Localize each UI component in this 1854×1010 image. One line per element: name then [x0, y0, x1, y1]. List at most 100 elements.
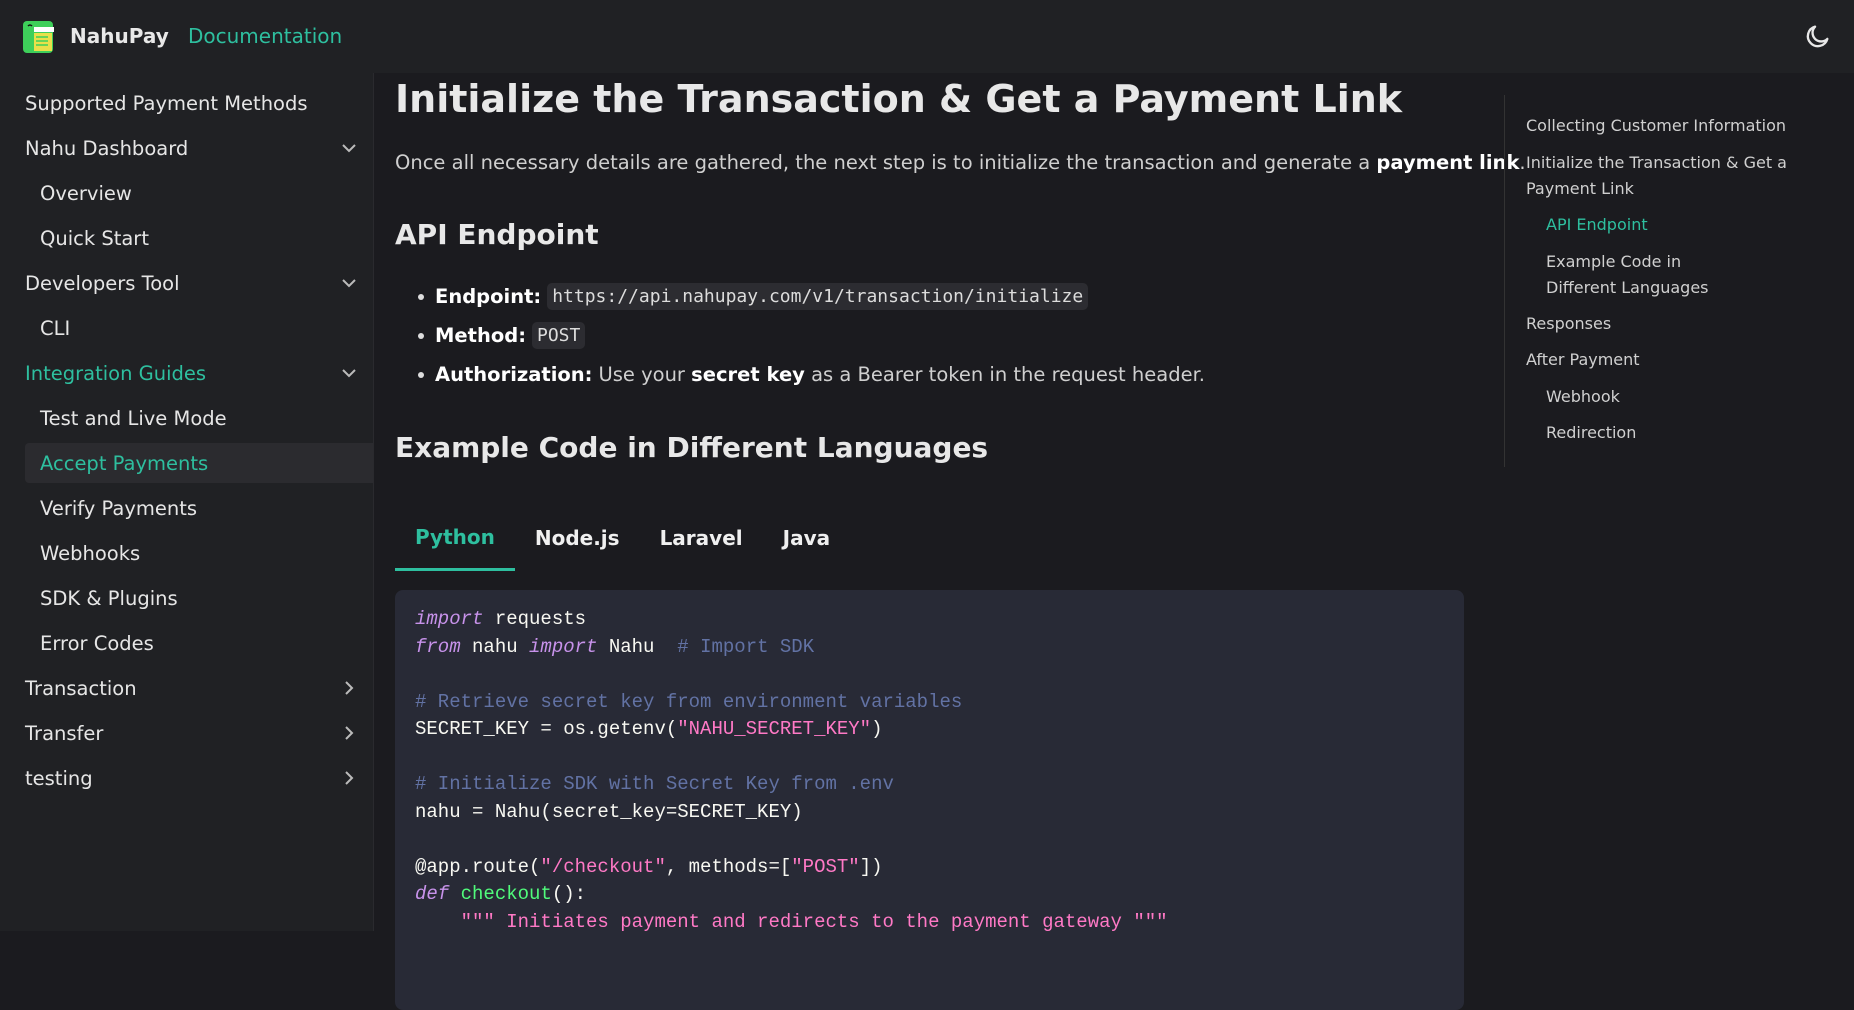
authorization-bullet: Authorization: Use your secret key as a B… [435, 363, 1205, 386]
sidebar-item-label: Error Codes [40, 631, 154, 655]
toc-item-active[interactable]: API Endpoint [1546, 212, 1756, 238]
sidebar-item-supported-payment-methods[interactable]: Supported Payment Methods [25, 83, 373, 123]
sidebar: Supported Payment Methods Nahu Dashboard… [0, 73, 374, 931]
method-label: Method: [435, 324, 526, 347]
code-text: @app.route( [415, 855, 541, 878]
sidebar-item-verify-payments[interactable]: Verify Payments [25, 488, 373, 528]
sidebar-item-label: Integration Guides [25, 361, 207, 385]
sidebar-item-transfer[interactable]: Transfer [25, 713, 373, 753]
sidebar-item-label: Nahu Dashboard [25, 136, 189, 160]
endpoint-value: https://api.nahupay.com/v1/transaction/i… [547, 283, 1089, 310]
sidebar-item-label: CLI [40, 316, 71, 340]
nahupay-logo[interactable] [20, 19, 60, 55]
top-header: NahuPay Documentation [0, 0, 1854, 73]
api-endpoint-heading: API Endpoint [395, 218, 599, 251]
code-text: nahu [460, 635, 530, 658]
toc-item[interactable]: Collecting Customer Information [1526, 113, 1836, 139]
sidebar-item-sdk-plugins[interactable]: SDK & Plugins [25, 578, 373, 618]
code-line: SECRET_KEY = os.getenv("NAHU_SECRET_KEY"… [415, 716, 1444, 744]
brand-name[interactable]: NahuPay [70, 24, 169, 48]
code-line: def checkout(): [415, 881, 1444, 909]
code-text: (): [551, 883, 587, 905]
code-line: from nahu import Nahu # Import SDK [415, 634, 1444, 662]
intro-bold: payment link [1376, 151, 1520, 174]
tab-nodejs[interactable]: Node.js [515, 505, 640, 571]
sidebar-item-accept-payments[interactable]: Accept Payments [25, 443, 373, 483]
code-docstring: """ Initiates payment and redirects to t… [415, 910, 1168, 933]
auth-label: Authorization: [435, 363, 593, 386]
code-comment: # Retrieve secret key from environment v… [415, 690, 963, 713]
table-of-contents: Collecting Customer Information Initiali… [1504, 95, 1787, 467]
sidebar-item-developers-tool[interactable]: Developers Tool [25, 263, 373, 303]
code-keyword: import [415, 608, 484, 630]
code-string: "POST" [791, 855, 860, 878]
sidebar-item-cli[interactable]: CLI [25, 308, 373, 348]
chevron-right-icon[interactable] [339, 768, 359, 788]
sidebar-item-webhooks[interactable]: Webhooks [25, 533, 373, 573]
code-line: nahu = Nahu(secret_key=SECRET_KEY) [415, 800, 803, 823]
intro-body: Once all necessary details are gathered,… [395, 151, 1377, 174]
chevron-down-icon[interactable] [339, 273, 359, 293]
sidebar-item-label: Overview [40, 181, 132, 205]
code-comment: # Initialize SDK with Secret Key from .e… [415, 773, 894, 795]
code-keyword: from [415, 635, 461, 658]
toc-item[interactable]: Responses [1526, 311, 1836, 337]
code-function: checkout [460, 883, 552, 905]
tab-java[interactable]: Java [763, 505, 850, 571]
sidebar-item-label: Accept Payments [40, 451, 209, 475]
intro-end: . [1519, 151, 1526, 174]
auth-bold: secret key [691, 363, 805, 386]
code-line: import requests [415, 606, 1444, 634]
tab-python[interactable]: Python [395, 505, 515, 571]
chevron-down-icon[interactable] [339, 363, 359, 383]
code-keyword: def [415, 883, 450, 905]
sidebar-item-test-and-live-mode[interactable]: Test and Live Mode [25, 398, 373, 438]
sidebar-item-label: Verify Payments [40, 496, 198, 520]
code-block[interactable]: import requests from nahu import Nahu # … [395, 590, 1464, 1010]
sidebar-item-transaction[interactable]: Transaction [25, 668, 373, 708]
sidebar-item-label: Transaction [25, 676, 137, 700]
toc-item[interactable]: Initialize the Transaction & Get a Payme… [1526, 150, 1836, 202]
auth-post: as a Bearer token in the request header. [804, 363, 1206, 386]
toc-item[interactable]: After Payment [1526, 347, 1836, 373]
chevron-down-icon[interactable] [339, 138, 359, 158]
code-keyword: import [529, 635, 598, 658]
sidebar-item-error-codes[interactable]: Error Codes [25, 623, 373, 663]
sidebar-item-label: testing [25, 766, 93, 790]
method-bullet: Method: POST [435, 322, 586, 349]
chevron-right-icon[interactable] [339, 723, 359, 743]
sidebar-item-label: Supported Payment Methods [25, 91, 308, 115]
sidebar-item-overview[interactable]: Overview [25, 173, 373, 213]
intro-text: Once all necessary details are gathered,… [395, 151, 1526, 174]
sidebar-item-label: Quick Start [40, 226, 149, 250]
code-comment: # Import SDK [677, 635, 815, 658]
toc-item[interactable]: Example Code in Different Languages [1546, 249, 1756, 301]
code-text: ) [871, 718, 883, 740]
sidebar-item-integration-guides[interactable]: Integration Guides [25, 353, 373, 393]
chevron-right-icon[interactable] [339, 678, 359, 698]
sidebar-item-label: Test and Live Mode [40, 406, 227, 430]
documentation-link[interactable]: Documentation [188, 24, 342, 48]
endpoint-bullet: Endpoint: https://api.nahupay.com/v1/tran… [435, 283, 1089, 310]
code-text: SECRET_KEY = os.getenv( [415, 718, 678, 740]
examples-heading: Example Code in Different Languages [395, 431, 989, 464]
toc-item[interactable]: Redirection [1546, 420, 1756, 446]
moon-icon[interactable] [1804, 22, 1832, 50]
sidebar-item-label: SDK & Plugins [40, 586, 178, 610]
toc-item[interactable]: Webhook [1546, 384, 1756, 410]
code-string: "NAHU_SECRET_KEY" [677, 718, 872, 740]
sidebar-item-testing[interactable]: testing [25, 758, 373, 798]
sidebar-item-quick-start[interactable]: Quick Start [25, 218, 373, 258]
sidebar-item-nahu-dashboard[interactable]: Nahu Dashboard [25, 128, 373, 168]
code-string: "/checkout" [540, 855, 666, 878]
method-value: POST [532, 322, 586, 349]
sidebar-item-label: Transfer [25, 721, 104, 745]
code-line: @app.route("/checkout", methods=["POST"]… [415, 854, 1444, 882]
page-title: Initialize the Transaction & Get a Payme… [395, 77, 1403, 121]
code-text: requests [483, 608, 587, 630]
auth-pre: Use your [598, 363, 692, 386]
tab-laravel[interactable]: Laravel [640, 505, 763, 571]
